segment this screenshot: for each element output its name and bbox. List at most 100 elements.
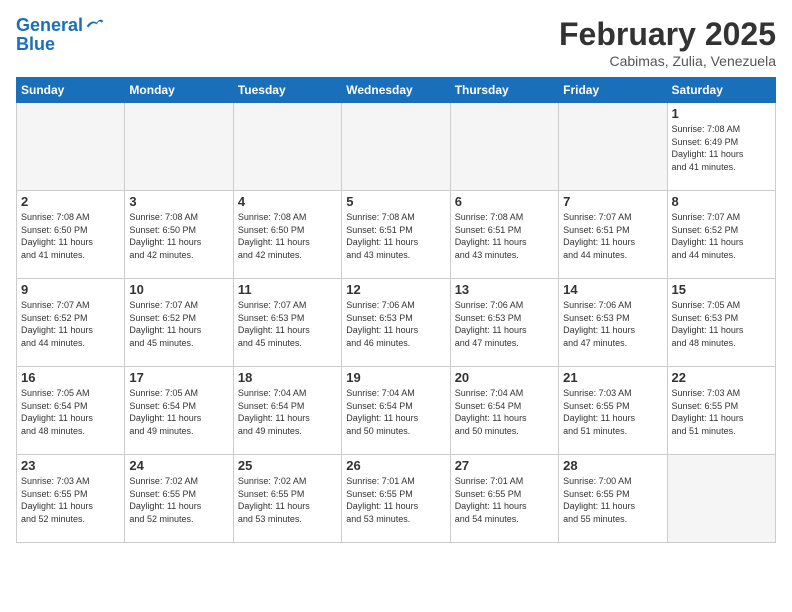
day-info: Sunrise: 7:05 AM Sunset: 6:53 PM Dayligh… <box>672 299 771 349</box>
calendar-cell: 6 Sunrise: 7:08 AM Sunset: 6:51 PM Daylig… <box>450 191 558 279</box>
calendar-cell <box>450 103 558 191</box>
day-number: 28 <box>563 458 662 473</box>
day-number: 19 <box>346 370 445 385</box>
day-number: 10 <box>129 282 228 297</box>
day-number: 11 <box>238 282 337 297</box>
calendar-week-4: 16Sunrise: 7:05 AM Sunset: 6:54 PM Dayli… <box>17 367 776 455</box>
day-info: Sunrise: 7:08 AM Sunset: 6:49 PM Dayligh… <box>672 123 771 173</box>
calendar-cell: 11 Sunrise: 7:07 AM Sunset: 6:53 PM Dayli… <box>233 279 341 367</box>
day-number: 27 <box>455 458 554 473</box>
day-number: 4 <box>238 194 337 209</box>
col-header-monday: Monday <box>125 78 233 103</box>
day-number: 17 <box>129 370 228 385</box>
calendar-cell: 19Sunrise: 7:04 AM Sunset: 6:54 PM Dayli… <box>342 367 450 455</box>
logo-blue: Blue <box>16 34 105 55</box>
col-header-saturday: Saturday <box>667 78 775 103</box>
day-number: 20 <box>455 370 554 385</box>
calendar-cell: 1 Sunrise: 7:08 AM Sunset: 6:49 PM Daylig… <box>667 103 775 191</box>
day-info: Sunrise: 7:02 AM Sunset: 6:55 PM Dayligh… <box>129 475 228 525</box>
day-info: Sunrise: 7:04 AM Sunset: 6:54 PM Dayligh… <box>455 387 554 437</box>
col-header-friday: Friday <box>559 78 667 103</box>
calendar-week-1: 1 Sunrise: 7:08 AM Sunset: 6:49 PM Daylig… <box>17 103 776 191</box>
day-info: Sunrise: 7:00 AM Sunset: 6:55 PM Dayligh… <box>563 475 662 525</box>
day-info: Sunrise: 7:05 AM Sunset: 6:54 PM Dayligh… <box>129 387 228 437</box>
month-title: February 2025 <box>559 16 776 53</box>
day-number: 9 <box>21 282 120 297</box>
calendar-cell: 22 Sunrise: 7:03 AM Sunset: 6:55 PM Dayli… <box>667 367 775 455</box>
calendar-cell: 20 Sunrise: 7:04 AM Sunset: 6:54 PM Dayli… <box>450 367 558 455</box>
day-info: Sunrise: 7:06 AM Sunset: 6:53 PM Dayligh… <box>346 299 445 349</box>
logo-icon <box>85 16 105 36</box>
calendar-cell: 10 Sunrise: 7:07 AM Sunset: 6:52 PM Dayli… <box>125 279 233 367</box>
day-number: 25 <box>238 458 337 473</box>
calendar-cell: 3 Sunrise: 7:08 AM Sunset: 6:50 PM Daylig… <box>125 191 233 279</box>
day-info: Sunrise: 7:08 AM Sunset: 6:50 PM Dayligh… <box>21 211 120 261</box>
day-number: 12 <box>346 282 445 297</box>
calendar-cell: 25 Sunrise: 7:02 AM Sunset: 6:55 PM Dayli… <box>233 455 341 543</box>
day-number: 13 <box>455 282 554 297</box>
title-block: February 2025 Cabimas, Zulia, Venezuela <box>559 16 776 69</box>
day-number: 6 <box>455 194 554 209</box>
calendar-cell: 13Sunrise: 7:06 AM Sunset: 6:53 PM Dayli… <box>450 279 558 367</box>
day-info: Sunrise: 7:08 AM Sunset: 6:50 PM Dayligh… <box>129 211 228 261</box>
day-info: Sunrise: 7:08 AM Sunset: 6:51 PM Dayligh… <box>346 211 445 261</box>
calendar-cell: 12 Sunrise: 7:06 AM Sunset: 6:53 PM Dayli… <box>342 279 450 367</box>
logo: General Blue <box>16 16 105 55</box>
day-info: Sunrise: 7:07 AM Sunset: 6:52 PM Dayligh… <box>21 299 120 349</box>
day-number: 14 <box>563 282 662 297</box>
day-number: 23 <box>21 458 120 473</box>
day-number: 8 <box>672 194 771 209</box>
calendar-cell: 16Sunrise: 7:05 AM Sunset: 6:54 PM Dayli… <box>17 367 125 455</box>
calendar-cell <box>233 103 341 191</box>
day-info: Sunrise: 7:03 AM Sunset: 6:55 PM Dayligh… <box>563 387 662 437</box>
day-number: 5 <box>346 194 445 209</box>
day-info: Sunrise: 7:06 AM Sunset: 6:53 PM Dayligh… <box>563 299 662 349</box>
day-info: Sunrise: 7:03 AM Sunset: 6:55 PM Dayligh… <box>672 387 771 437</box>
day-number: 21 <box>563 370 662 385</box>
calendar-cell: 18 Sunrise: 7:04 AM Sunset: 6:54 PM Dayli… <box>233 367 341 455</box>
day-info: Sunrise: 7:04 AM Sunset: 6:54 PM Dayligh… <box>238 387 337 437</box>
calendar-cell: 24 Sunrise: 7:02 AM Sunset: 6:55 PM Dayli… <box>125 455 233 543</box>
calendar-cell <box>17 103 125 191</box>
day-info: Sunrise: 7:03 AM Sunset: 6:55 PM Dayligh… <box>21 475 120 525</box>
logo-text: General <box>16 16 83 36</box>
day-number: 1 <box>672 106 771 121</box>
day-info: Sunrise: 7:07 AM Sunset: 6:51 PM Dayligh… <box>563 211 662 261</box>
calendar-cell <box>667 455 775 543</box>
calendar-cell: 23 Sunrise: 7:03 AM Sunset: 6:55 PM Dayli… <box>17 455 125 543</box>
col-header-wednesday: Wednesday <box>342 78 450 103</box>
day-number: 18 <box>238 370 337 385</box>
day-number: 24 <box>129 458 228 473</box>
calendar-cell <box>342 103 450 191</box>
day-info: Sunrise: 7:02 AM Sunset: 6:55 PM Dayligh… <box>238 475 337 525</box>
day-info: Sunrise: 7:07 AM Sunset: 6:53 PM Dayligh… <box>238 299 337 349</box>
day-number: 7 <box>563 194 662 209</box>
day-info: Sunrise: 7:01 AM Sunset: 6:55 PM Dayligh… <box>455 475 554 525</box>
day-info: Sunrise: 7:08 AM Sunset: 6:51 PM Dayligh… <box>455 211 554 261</box>
day-info: Sunrise: 7:05 AM Sunset: 6:54 PM Dayligh… <box>21 387 120 437</box>
calendar-cell: 9 Sunrise: 7:07 AM Sunset: 6:52 PM Daylig… <box>17 279 125 367</box>
col-header-sunday: Sunday <box>17 78 125 103</box>
calendar-cell: 5 Sunrise: 7:08 AM Sunset: 6:51 PM Daylig… <box>342 191 450 279</box>
col-header-thursday: Thursday <box>450 78 558 103</box>
calendar-cell <box>559 103 667 191</box>
calendar-cell: 2Sunrise: 7:08 AM Sunset: 6:50 PM Daylig… <box>17 191 125 279</box>
page-header: General Blue February 2025 Cabimas, Zuli… <box>16 16 776 69</box>
col-header-tuesday: Tuesday <box>233 78 341 103</box>
calendar-cell: 27 Sunrise: 7:01 AM Sunset: 6:55 PM Dayli… <box>450 455 558 543</box>
calendar-cell: 15Sunrise: 7:05 AM Sunset: 6:53 PM Dayli… <box>667 279 775 367</box>
calendar-week-2: 2Sunrise: 7:08 AM Sunset: 6:50 PM Daylig… <box>17 191 776 279</box>
calendar-cell: 21 Sunrise: 7:03 AM Sunset: 6:55 PM Dayli… <box>559 367 667 455</box>
calendar-week-5: 23 Sunrise: 7:03 AM Sunset: 6:55 PM Dayli… <box>17 455 776 543</box>
day-number: 26 <box>346 458 445 473</box>
day-info: Sunrise: 7:08 AM Sunset: 6:50 PM Dayligh… <box>238 211 337 261</box>
calendar-table: SundayMondayTuesdayWednesdayThursdayFrid… <box>16 77 776 543</box>
day-number: 3 <box>129 194 228 209</box>
day-number: 22 <box>672 370 771 385</box>
calendar-cell <box>125 103 233 191</box>
calendar-cell: 14 Sunrise: 7:06 AM Sunset: 6:53 PM Dayli… <box>559 279 667 367</box>
calendar-cell: 4 Sunrise: 7:08 AM Sunset: 6:50 PM Daylig… <box>233 191 341 279</box>
calendar-week-3: 9 Sunrise: 7:07 AM Sunset: 6:52 PM Daylig… <box>17 279 776 367</box>
calendar-cell: 8Sunrise: 7:07 AM Sunset: 6:52 PM Daylig… <box>667 191 775 279</box>
day-info: Sunrise: 7:07 AM Sunset: 6:52 PM Dayligh… <box>129 299 228 349</box>
